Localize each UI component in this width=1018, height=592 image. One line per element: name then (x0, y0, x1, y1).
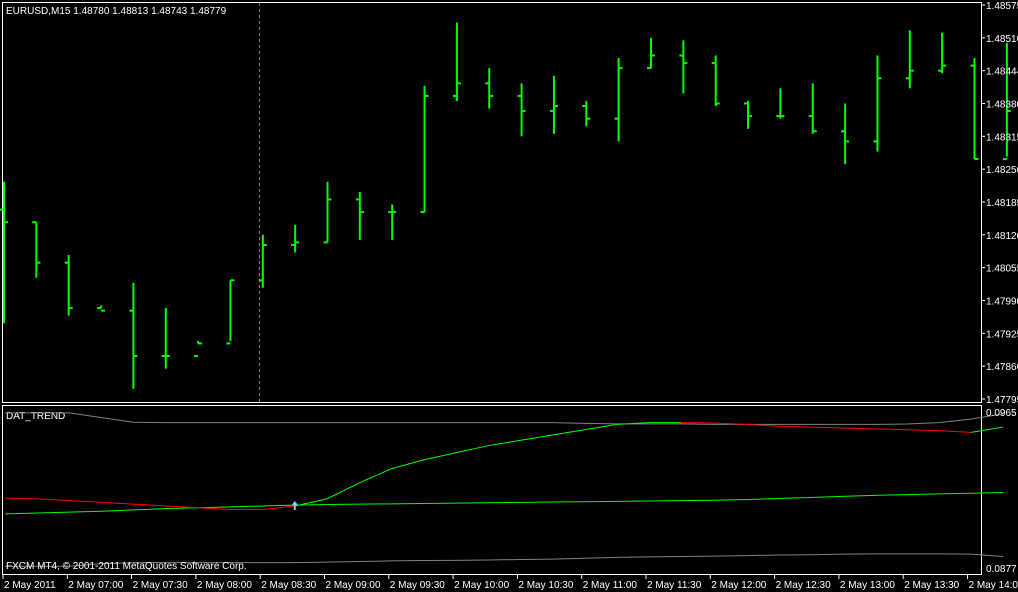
time-tick-label: 2 May 09:30 (390, 580, 445, 591)
time-tick-label: 2 May 2011 (4, 580, 56, 591)
time-tick-label: 2 May 12:30 (776, 580, 831, 591)
copyright-text: FXCM MT4, © 2001-2011 MetaQuotes Softwar… (6, 561, 247, 572)
time-tick-label: 2 May 08:00 (197, 580, 252, 591)
price-tick-label: 1.48185 (986, 198, 1018, 209)
time-tick-label: 2 May 07:30 (133, 580, 188, 591)
price-tick-label: 1.48120 (986, 231, 1018, 242)
price-tick-label: 1.48380 (986, 100, 1018, 111)
time-tick-label: 2 May 12:00 (711, 580, 766, 591)
indicator-axis-bottom: 0.0877 (986, 564, 1017, 575)
price-tick-label: 1.48250 (986, 165, 1018, 176)
price-tick-label: 1.47795 (986, 395, 1018, 406)
time-tick-label: 2 May 09:00 (326, 580, 381, 591)
price-tick-label: 1.48510 (986, 34, 1018, 45)
time-tick-label: 2 May 11:30 (647, 580, 702, 591)
background (0, 0, 1018, 592)
price-tick-label: 1.48444 (986, 67, 1018, 78)
price-tick-label: 1.48315 (986, 132, 1018, 143)
time-tick-label: 2 May 08:30 (261, 580, 316, 591)
time-tick-label: 2 May 11:00 (583, 580, 638, 591)
time-tick-label: 2 May 10:00 (454, 580, 509, 591)
symbol-label: EURUSD,M15 1.48780 1.48813 1.48743 1.487… (6, 6, 227, 17)
price-tick-label: 1.47925 (986, 329, 1018, 340)
time-tick-label: 2 May 13:00 (840, 580, 895, 591)
price-tick-label: 1.47860 (986, 362, 1018, 373)
chart-window[interactable]: EURUSD,M15 1.48780 1.48813 1.48743 1.487… (0, 0, 1018, 592)
price-tick-label: 1.47990 (986, 297, 1018, 308)
time-tick-label: 2 May 07:00 (68, 580, 123, 591)
time-tick-label: 2 May 10:30 (518, 580, 573, 591)
price-tick-label: 1.48055 (986, 264, 1018, 275)
time-tick-label: 2 May 14:00 (969, 580, 1018, 591)
price-tick-label: 1.48575 (986, 1, 1018, 12)
indicator-axis-top: 0.0965 (986, 408, 1017, 419)
time-tick-label: 2 May 13:30 (904, 580, 959, 591)
